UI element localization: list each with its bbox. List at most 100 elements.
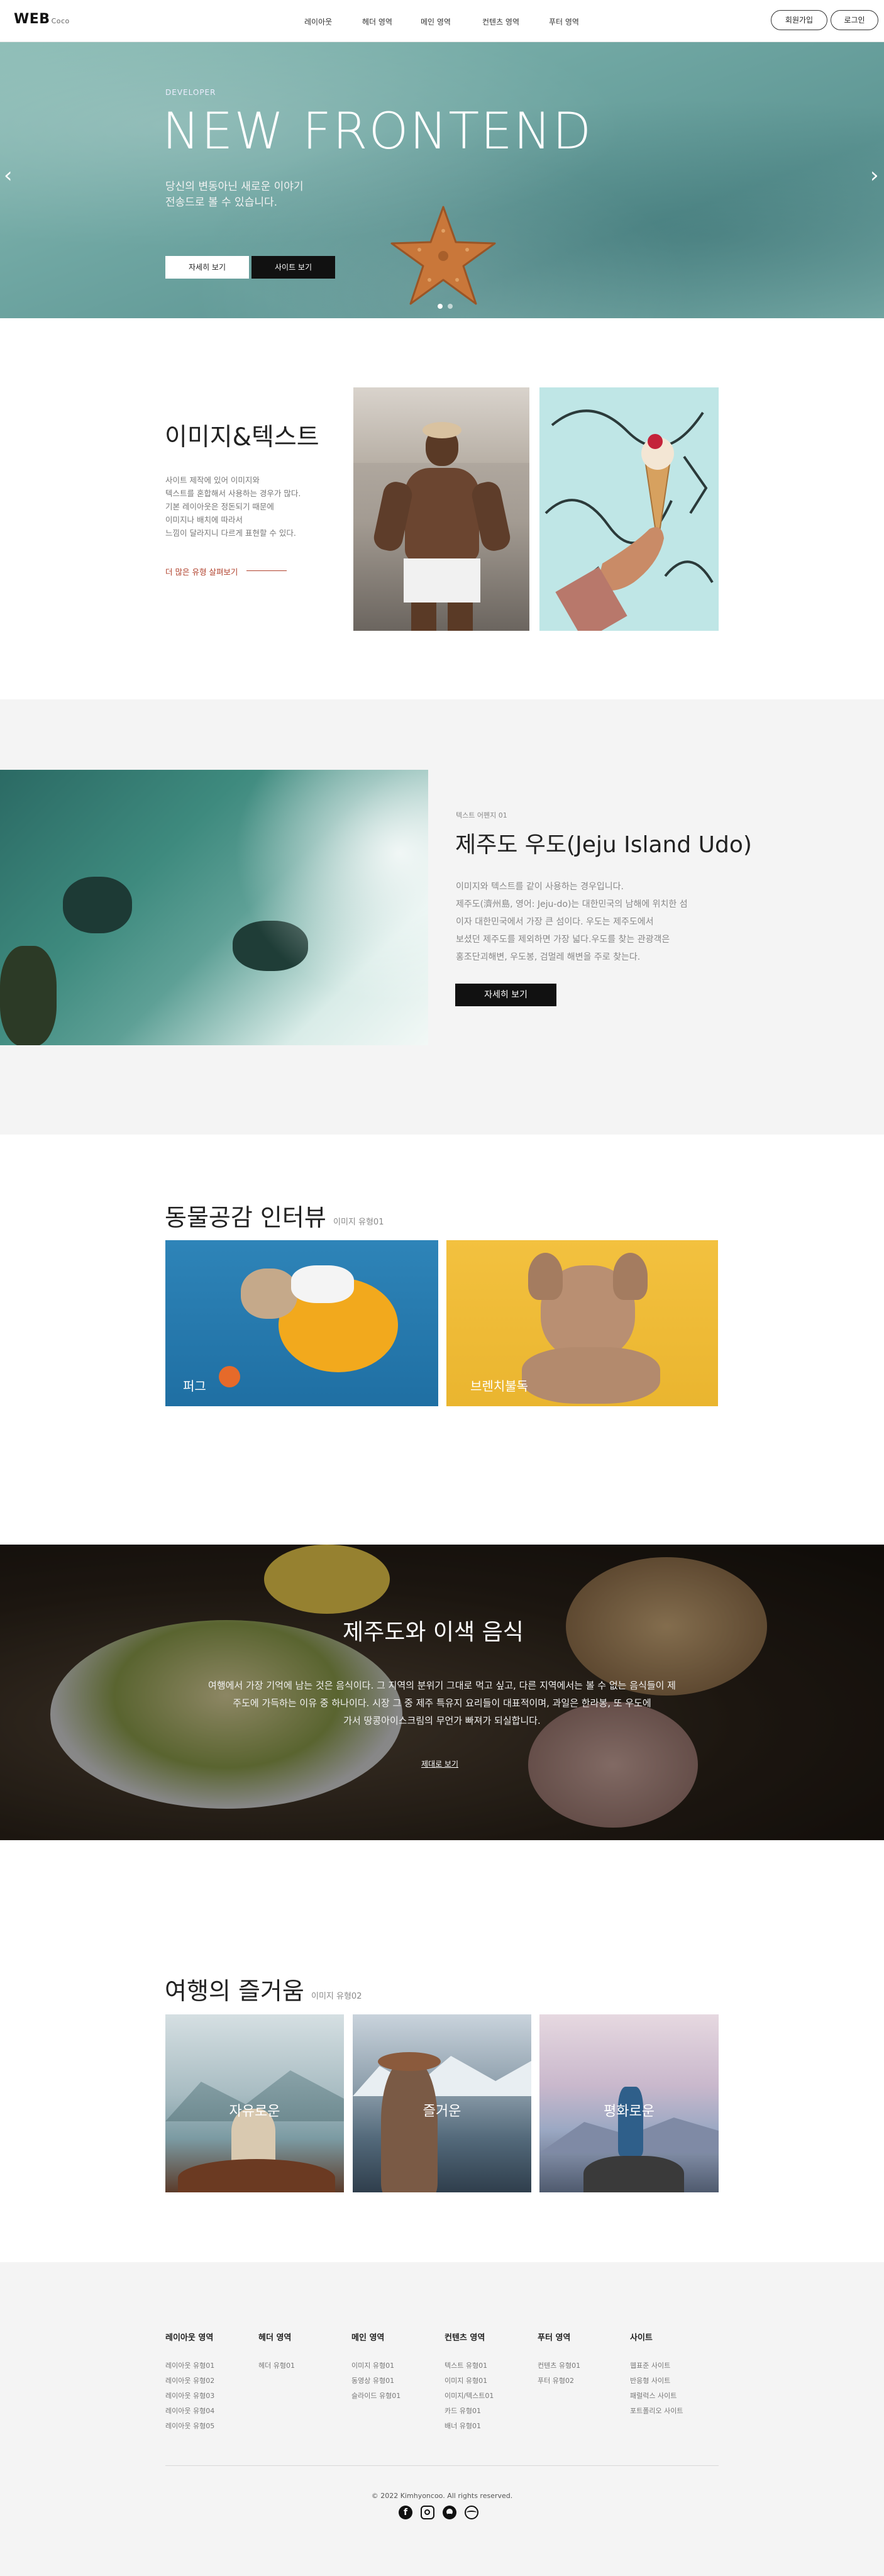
image-text-desc-4: 이미지나 배치에 따라서 (165, 515, 243, 525)
site-footer (0, 2262, 884, 2576)
food-overlay (0, 1545, 884, 1840)
footer-col-6-item-2[interactable]: 반응형 사이트 (630, 2375, 670, 2385)
animals-title: 동물공감 인터뷰 (165, 1204, 326, 1231)
footer-copyright: © 2022 Kimhyoncoo. All rights reserved. (371, 2492, 513, 2500)
footer-col-1-item-3[interactable]: 레이아웃 유형03 (165, 2390, 214, 2401)
image-text-desc-1: 사이트 제작에 있어 이미지와 (165, 475, 260, 485)
footer-col-1-item-4[interactable]: 레이아웃 유형04 (165, 2406, 214, 2416)
udo-section: 텍스트 어펜지 01 제주도 우도(Jeju Island Udo) 이미지와 … (0, 699, 884, 1135)
starfish-image (390, 206, 496, 305)
footer-col-1-item-2[interactable]: 레이아웃 유형02 (165, 2375, 214, 2385)
travel-card-2-label: 즐거운 (423, 2104, 461, 2119)
animal-card-pug[interactable]: 퍼그 (165, 1240, 438, 1406)
udo-label: 텍스트 어펜지 01 (456, 811, 507, 819)
athlete-photo (353, 387, 529, 631)
ocean-waves-photo (0, 770, 428, 1045)
dribbble-icon[interactable] (465, 2506, 478, 2519)
icecream-illustration (544, 409, 714, 631)
nav-item-main[interactable]: 메인 영역 (421, 16, 451, 27)
instagram-icon[interactable] (421, 2506, 434, 2519)
travel-subtitle: 이미지 유형02 (311, 1992, 362, 2001)
image-text-desc-3: 기본 레이아웃은 정돈되기 때문에 (165, 502, 274, 511)
animal-card-bulldog-label: 브렌치불독 (470, 1379, 528, 1394)
footer-col-6-item-4[interactable]: 포트폴리오 사이트 (630, 2406, 683, 2416)
site-logo[interactable]: WEB Coco (14, 11, 70, 27)
github-icon[interactable] (443, 2506, 456, 2519)
pug-head (241, 1269, 297, 1319)
udo-detail-button[interactable]: 자세히 보기 (455, 984, 556, 1006)
site-button[interactable]: 사이트 보기 (251, 256, 335, 279)
page: WEB Coco 레이아웃 헤더 영역 메인 영역 컨텐츠 영역 푸터 영역 회원… (0, 0, 884, 2576)
food-title: 제주도와 이색 음식 (343, 1619, 524, 1645)
hero-slider: DEVELOPER NEW FRONTEND 당신의 변동아닌 새로운 이야기 … (0, 42, 884, 318)
footer-col-5-title: 푸터 영역 (538, 2333, 571, 2343)
bulldog-ear-right (613, 1253, 648, 1300)
footer-col-4-item-1[interactable]: 텍스트 유형01 (445, 2360, 487, 2370)
footer-col-4-item-3[interactable]: 이미지/텍스트01 (445, 2390, 494, 2401)
next-arrow-icon[interactable]: › (870, 163, 879, 188)
login-button[interactable]: 로그인 (831, 10, 878, 30)
bulldog-body (522, 1347, 660, 1404)
boat (178, 2159, 335, 2192)
hero-desc-line1: 당신의 변동아닌 새로운 이야기 (165, 180, 304, 193)
udo-title: 제주도 우도(Jeju Island Udo) (455, 832, 752, 858)
icecream-photo (539, 387, 719, 631)
hiker-figure (618, 2087, 643, 2156)
snow-mountains (353, 2056, 531, 2096)
udo-desc-3: 이자 대한민국에서 가장 큰 섬이다. 우도는 제주도에서 (456, 917, 654, 927)
join-button[interactable]: 회원가입 (771, 10, 827, 30)
image-text-title: 이미지&텍스트 (165, 423, 319, 452)
footer-col-1-item-1[interactable]: 레이아웃 유형01 (165, 2360, 214, 2370)
nav-item-footer[interactable]: 푸터 영역 (549, 16, 579, 27)
detail-button[interactable]: 자세히 보기 (165, 256, 249, 279)
travel-card-3[interactable]: 평화로운 (539, 2014, 719, 2192)
footer-col-4-item-5[interactable]: 배너 유형01 (445, 2421, 481, 2431)
hero-eyebrow: DEVELOPER (165, 88, 216, 97)
footer-col-3-item-3[interactable]: 슬라이드 유형01 (351, 2390, 401, 2401)
food-desc-3: 가서 땅콩아이스크림의 무언가 빠져가 되실합니다. (343, 1715, 541, 1726)
woman-figure (381, 2058, 438, 2192)
footer-col-5-item-1[interactable]: 컨텐츠 유형01 (538, 2360, 580, 2370)
hat (378, 2052, 441, 2071)
pug-hood (291, 1265, 354, 1303)
food-desc-2: 주도에 가득하는 이유 중 하나이다. 시장 그 중 제주 특유지 요리들이 대… (233, 1697, 651, 1709)
footer-col-6-item-1[interactable]: 웹표준 사이트 (630, 2360, 670, 2370)
footer-col-4-title: 컨텐츠 영역 (445, 2333, 485, 2343)
footer-col-3-title: 메인 영역 (351, 2333, 385, 2343)
animal-card-bulldog[interactable]: 브렌치불독 (446, 1240, 718, 1406)
nav-item-header[interactable]: 헤더 영역 (362, 16, 392, 27)
footer-col-2-item-1[interactable]: 헤더 유형01 (258, 2360, 295, 2370)
travel-card-1-label: 자유로운 (229, 2104, 280, 2119)
footer-col-6-item-3[interactable]: 패럴럭스 사이트 (630, 2390, 677, 2401)
footer-col-6-title: 사이트 (630, 2333, 653, 2343)
facebook-icon[interactable]: f (399, 2506, 412, 2519)
prev-arrow-icon[interactable]: ‹ (4, 163, 13, 188)
food-link[interactable]: 제대로 보기 (421, 1758, 458, 1769)
ball (219, 1366, 240, 1387)
udo-desc-1: 이미지와 텍스트를 같이 사용하는 경우입니다. (456, 882, 624, 892)
footer-col-4-item-4[interactable]: 카드 유형01 (445, 2406, 481, 2416)
travel-card-2[interactable]: 즐거운 (353, 2014, 531, 2192)
more-types-link[interactable]: 더 많은 유형 살펴보기 (165, 565, 238, 577)
footer-col-5-item-2[interactable]: 푸터 유형02 (538, 2375, 574, 2385)
footer-col-3-item-2[interactable]: 동영상 유형01 (351, 2375, 394, 2385)
footer-col-1-title: 레이아웃 영역 (165, 2333, 214, 2343)
animal-card-pug-label: 퍼그 (183, 1379, 206, 1394)
travel-title: 여행의 즐거움 (165, 1977, 304, 2005)
footer-col-4-item-2[interactable]: 이미지 유형01 (445, 2375, 487, 2385)
slide-dot-2[interactable] (448, 304, 453, 309)
udo-desc-5: 홍조단괴해변, 우도봉, 검멀레 해변을 주로 찾는다. (456, 952, 641, 962)
footer-col-3-item-1[interactable]: 이미지 유형01 (351, 2360, 394, 2370)
bulldog-ear-left (528, 1253, 563, 1300)
travel-card-1[interactable]: 자유로운 (165, 2014, 344, 2192)
site-header: WEB Coco 레이아웃 헤더 영역 메인 영역 컨텐츠 영역 푸터 영역 회원… (0, 0, 884, 42)
food-desc-1: 여행에서 가장 기억에 남는 것은 음식이다. 그 지역의 분위기 그대로 먹고… (208, 1680, 676, 1691)
animals-subtitle: 이미지 유형01 (333, 1218, 384, 1227)
slide-dot-1[interactable] (438, 304, 443, 309)
hero-title: NEW FRONTEND (162, 102, 593, 160)
logo-text: WEB (14, 11, 50, 27)
nav-item-layout[interactable]: 레이아웃 (304, 16, 332, 27)
nav-item-contents[interactable]: 컨텐츠 영역 (482, 16, 519, 27)
more-types-line (246, 570, 287, 571)
footer-col-1-item-5[interactable]: 레이아웃 유형05 (165, 2421, 214, 2431)
